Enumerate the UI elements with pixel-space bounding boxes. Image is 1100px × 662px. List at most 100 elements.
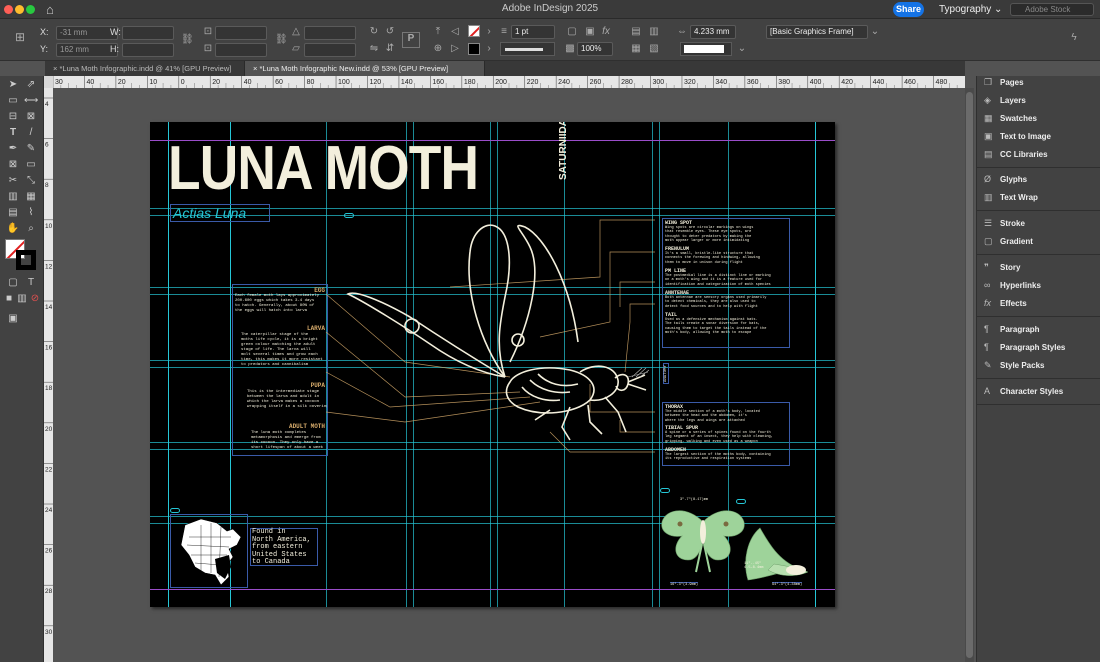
width-field[interactable] — [122, 26, 174, 40]
dimension-field[interactable]: 4.233 mm — [690, 25, 736, 39]
select-next-icon[interactable]: ▷ — [449, 43, 461, 55]
panel-paragraph[interactable]: ¶ Paragraph — [984, 321, 1096, 338]
panel-glyphs[interactable]: Ø Glyphs — [984, 171, 1096, 188]
y-position-field[interactable]: 162 mm — [56, 43, 118, 57]
panel-character-styles[interactable]: A Character Styles — [984, 383, 1096, 400]
frame-fill-dropdown[interactable] — [680, 42, 732, 56]
close-window-button[interactable] — [4, 5, 13, 14]
panel-cc-libraries[interactable]: ▤ CC Libraries — [984, 146, 1096, 163]
tab-luna-moth-infographic[interactable]: × *Luna Moth Infographic.indd @ 41% [GPU… — [45, 61, 245, 76]
panel-effects[interactable]: fx Effects — [984, 295, 1096, 312]
screen-mode-icon[interactable]: ▣ — [6, 312, 20, 326]
stroke-type-dropdown[interactable] — [500, 42, 555, 56]
ruler-origin[interactable] — [44, 76, 53, 88]
range-map-frame[interactable] — [170, 514, 248, 588]
opacity-field[interactable]: 100% — [577, 42, 613, 56]
rotate-cw-icon[interactable]: ↻ — [368, 26, 380, 38]
effects-fx-icon[interactable]: fx — [600, 26, 612, 38]
stock-search-input[interactable]: Adobe Stock — [1010, 3, 1094, 16]
tab-close-icon[interactable]: × — [253, 64, 257, 73]
panel-stroke[interactable]: ☰ Stroke — [984, 215, 1096, 232]
select-previous-icon[interactable]: ◁ — [449, 26, 461, 38]
note-tool-icon[interactable]: ▤ — [6, 206, 20, 220]
panel-pages[interactable]: ❐ Pages — [984, 74, 1096, 91]
align-left-icon[interactable]: ▤ — [630, 26, 642, 38]
specimen-size-label[interactable]: 94"-3"(4-38mm) — [772, 582, 803, 587]
frame-shape-icon[interactable]: ▢ — [566, 26, 578, 38]
horizontal-ruler[interactable]: 30 40 20 10 0 20 40 60 80 100 120 140 160 180 200 220 24… — [53, 76, 965, 88]
panel-text-wrap[interactable]: ▥ Text Wrap — [984, 189, 1096, 206]
vertical-scrollbar[interactable] — [965, 88, 974, 662]
direct-selection-tool-icon[interactable]: ⇗ — [24, 78, 38, 92]
range-text[interactable]: Found in North America, from eastern Uni… — [250, 528, 318, 566]
panel-text-to-image[interactable]: ▣ Text to Image — [984, 128, 1096, 145]
hand-tool-icon[interactable]: ✋ — [6, 222, 20, 236]
fill-swatch[interactable] — [468, 25, 480, 37]
constrain-scale-icon[interactable]: ⛓ — [275, 34, 288, 46]
moth-specimen-lateral[interactable] — [738, 520, 818, 590]
stroke-weight-field[interactable]: 1 pt — [511, 25, 555, 39]
content-placer-icon[interactable]: ⊠ — [24, 110, 38, 124]
gradient-feather-tool-icon[interactable]: ▦ — [24, 190, 38, 204]
apply-none-icon[interactable]: ⊘ — [28, 292, 42, 306]
specimen-size-label[interactable]: 11"-.45" 4.5-8.4mm — [744, 562, 772, 571]
pen-tool-icon[interactable]: ✒ — [6, 142, 20, 156]
wing-anatomy-text-frame[interactable]: WING SPOT Wing spots are circular markin… — [662, 218, 790, 348]
stroke-swatch[interactable] — [468, 43, 480, 55]
linked-frame-chain-icon[interactable] — [660, 488, 670, 493]
line-tool-icon[interactable]: / — [24, 126, 38, 140]
formatting-text-icon[interactable]: T — [24, 276, 38, 290]
reference-point-icon[interactable]: ⊞ — [14, 31, 26, 43]
zoom-window-button[interactable] — [26, 5, 35, 14]
stroke-swatch-box[interactable] — [16, 250, 36, 270]
scale-y-field[interactable] — [215, 43, 267, 57]
formatting-container-icon[interactable]: ▢ — [6, 276, 20, 290]
share-button[interactable]: Share — [893, 2, 924, 17]
scale-x-field[interactable] — [215, 26, 267, 40]
x-position-field[interactable]: -31 mm — [56, 26, 118, 40]
pencil-tool-icon[interactable]: ✎ — [24, 142, 38, 156]
panel-layers[interactable]: ◈ Layers — [984, 92, 1096, 109]
gradient-swatch-tool-icon[interactable]: ▥ — [6, 190, 20, 204]
flip-horizontal-icon[interactable]: ⇋ — [368, 43, 380, 55]
scrollbar-thumb[interactable] — [966, 92, 973, 658]
panel-style-packs[interactable]: ✎ Style Packs — [984, 357, 1096, 374]
free-transform-tool-icon[interactable]: ⤡ — [24, 174, 38, 188]
specimen-size-label[interactable]: 16"-3"(3-9mm) — [670, 582, 699, 587]
scissors-tool-icon[interactable]: ✂ — [6, 174, 20, 188]
type-tool-icon[interactable]: T — [6, 126, 20, 140]
specimen-size-label[interactable]: 3"-7"(8-17)mm — [680, 498, 708, 502]
zoom-tool-icon[interactable]: ⌕ — [24, 222, 38, 236]
moth-specimen-dorsal[interactable] — [658, 502, 748, 582]
panel-gradient[interactable]: ▢ Gradient — [984, 233, 1096, 250]
tab-luna-moth-infographic-new[interactable]: × *Luna Moth Infographic New.indd @ 53% … — [245, 61, 485, 76]
align-center-icon[interactable]: ▥ — [648, 26, 660, 38]
linked-frame-chain-icon[interactable] — [344, 213, 354, 218]
stroke-menu-icon[interactable]: › — [483, 43, 495, 55]
apply-gradient-icon[interactable]: ▥ — [15, 292, 29, 306]
linked-frame-chain-icon[interactable] — [736, 499, 746, 504]
fill-stroke-swatches[interactable] — [5, 239, 39, 271]
home-icon[interactable]: ⌂ — [46, 2, 54, 17]
rectangle-frame-tool-icon[interactable]: ⊠ — [6, 158, 20, 172]
object-style-chevron-icon[interactable]: ⌄ — [869, 26, 881, 38]
vertical-ruler[interactable]: 4 6 8 10 12 14 16 18 20 22 24 26 28 30 — [44, 76, 53, 662]
height-field[interactable] — [122, 43, 174, 57]
constrain-proportions-icon[interactable]: ⛓ — [181, 34, 194, 46]
body-anatomy-text-frame[interactable]: THORAX The middle section of a moth's bo… — [662, 402, 790, 466]
tab-close-icon[interactable]: × — [53, 64, 57, 73]
apply-color-icon[interactable]: ■ — [2, 292, 16, 306]
gap-tool-icon[interactable]: ⟷ — [24, 94, 38, 108]
panel-swatches[interactable]: ▦ Swatches — [984, 110, 1096, 127]
shear-field[interactable] — [304, 43, 356, 57]
rectangle-tool-icon[interactable]: ▭ — [24, 158, 38, 172]
eyedropper-tool-icon[interactable]: ⌇ — [24, 206, 38, 220]
selection-tool-icon[interactable]: ➤ — [6, 78, 20, 92]
frame-fill-chevron-icon[interactable]: ⌄ — [736, 43, 748, 55]
fill-menu-icon[interactable]: › — [483, 26, 495, 38]
rotation-field[interactable] — [304, 26, 356, 40]
anatomy-vertical-label[interactable]: ANATOMY — [663, 363, 669, 384]
distribute-left-icon[interactable]: ▦ — [630, 43, 642, 55]
lightning-icon[interactable]: ϟ — [1068, 32, 1080, 44]
content-collector-icon[interactable]: ⊟ — [6, 110, 20, 124]
